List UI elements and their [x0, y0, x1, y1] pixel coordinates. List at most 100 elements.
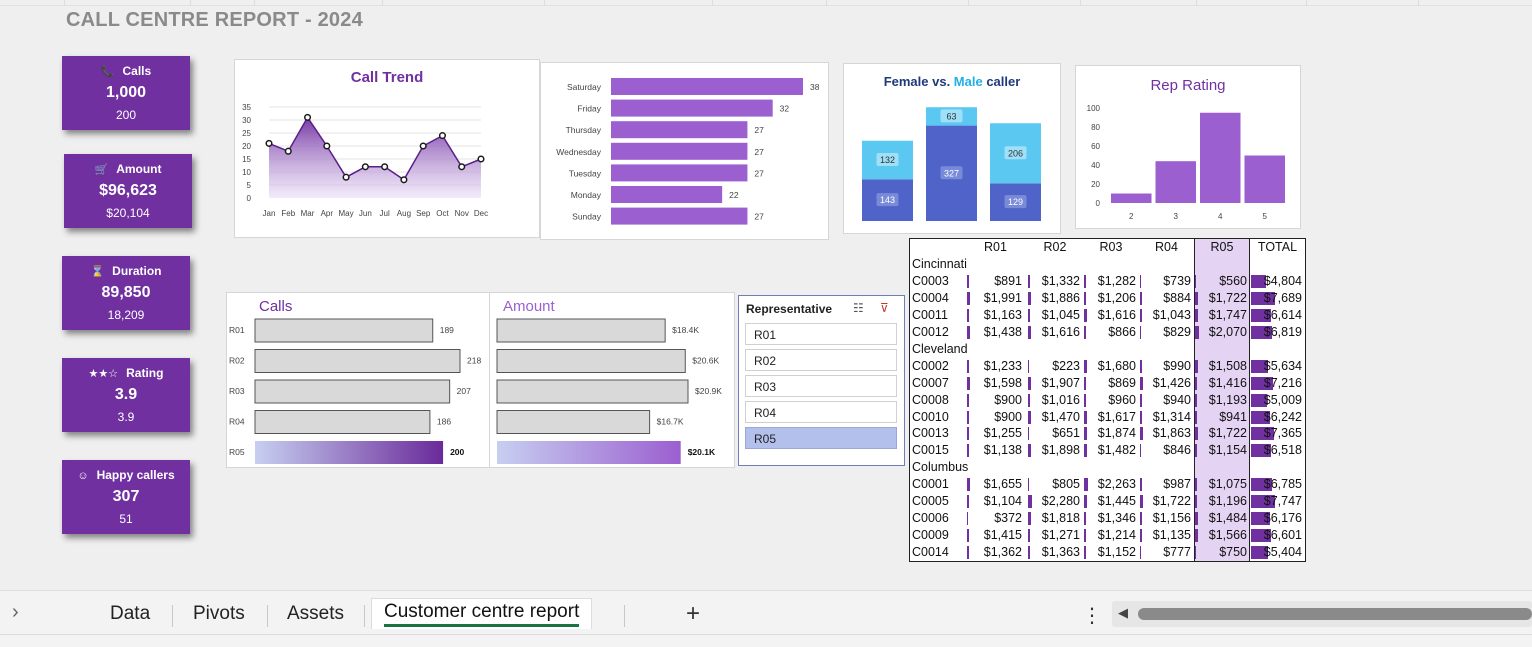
pivot-cell: $2,280: [1041, 494, 1080, 509]
kpi-calls-card[interactable]: 📞 Calls 1,000 200: [62, 56, 190, 130]
kpi-label: Duration: [112, 264, 162, 278]
category-label: R05: [229, 447, 245, 457]
pivot-cell: $1,314: [1152, 409, 1191, 424]
calls-by-rep-chart[interactable]: Calls R01 189 R02 218 R03 207 R04 186 R05 200: [226, 292, 490, 468]
pivot-cell: $1,907: [1041, 375, 1080, 390]
more-options-icon[interactable]: ⋮: [1082, 603, 1102, 628]
bar: [611, 142, 748, 160]
row-label: C0008: [912, 392, 949, 407]
horizontal-scrollbar[interactable]: ◀: [1112, 601, 1532, 627]
data-label: $20.9K: [695, 386, 722, 396]
tab-nav-icon[interactable]: ›: [12, 601, 19, 624]
bar: [254, 349, 461, 373]
column-header: R05: [1210, 240, 1234, 254]
x-tick-label: Sep: [416, 209, 431, 218]
bar: [255, 441, 444, 464]
slicer-item-r03[interactable]: R03: [745, 375, 897, 397]
pivot-cell: $1,362: [983, 545, 1022, 560]
pivot-cell: $223: [1052, 358, 1080, 373]
scrollbar-thumb[interactable]: [1138, 608, 1532, 620]
scroll-left-icon[interactable]: ◀: [1118, 605, 1128, 621]
pivot-cell: $1,508: [1208, 358, 1247, 373]
amount-by-rep-chart[interactable]: Amount $18.4K $20.6K $20.9K $16.7K $20.1K: [489, 292, 735, 468]
pivot-cell: $1,271: [1041, 528, 1080, 543]
kpi-value: 89,850: [101, 284, 151, 301]
gridline: [1196, 0, 1197, 6]
pivot-cell: $960: [1108, 392, 1136, 407]
x-tick-label: Aug: [397, 209, 411, 218]
bar: [611, 164, 748, 182]
pivot-cell: $940: [1163, 392, 1191, 407]
kpi-duration-card[interactable]: ⌛ Duration 89,850 18,209: [62, 256, 190, 330]
slicer-item-r04[interactable]: R04: [745, 401, 897, 423]
x-tick-label: Nov: [455, 209, 469, 218]
pivot-cell: $6,785: [1263, 477, 1302, 492]
category-label: Friday: [577, 104, 601, 114]
gender-caller-chart[interactable]: Female vs. Male caller 143 132 327 63 129 206: [843, 63, 1061, 234]
row-label: C0009: [912, 528, 949, 543]
category-label: Tuesday: [569, 168, 602, 178]
active-tab-underline: [384, 624, 580, 627]
bar: [496, 318, 666, 343]
slicer-item-r02[interactable]: R02: [745, 349, 897, 371]
y-tick-label: 40: [1091, 161, 1100, 170]
bar: [611, 78, 803, 95]
x-tick-label: Apr: [321, 209, 334, 218]
kpi-label: Rating: [126, 366, 164, 380]
data-label: 27: [754, 125, 764, 135]
row-label: C0012: [912, 324, 949, 339]
pivot-table[interactable]: R01 R02 R03 R04 R05 TOTAL Cincinnati C0003 $891 $…: [909, 238, 1306, 562]
rep-rating-chart[interactable]: Rep Rating 0 20 40 60 80 100 2 3 4 5: [1075, 65, 1301, 229]
add-sheet-icon[interactable]: +: [686, 600, 700, 628]
tab-separator: [624, 605, 625, 627]
amount-by-rep-plot: $18.4K $20.6K $20.9K $16.7K $20.1K: [496, 318, 722, 464]
pivot-cell: $1,445: [1097, 494, 1136, 509]
tab-data[interactable]: Data: [110, 603, 150, 625]
row-label: C0014: [912, 545, 949, 560]
kpi-rating-card[interactable]: ★★☆ Rating 3.9 3.9: [62, 358, 190, 432]
pivot-cell: $866: [1108, 324, 1136, 339]
representative-slicer[interactable]: Representative ☷ ⊽ R01 R02 R03 R04 R05: [738, 295, 905, 466]
row-group-label: Cleveland: [912, 341, 968, 356]
kpi-label: Amount: [116, 162, 162, 176]
pivot-cell: $1,616: [1041, 324, 1080, 339]
multi-select-icon[interactable]: ☷: [853, 301, 864, 315]
pivot-cell: $6,819: [1263, 324, 1302, 339]
data-point: [458, 163, 466, 171]
kpi-amount-card[interactable]: 🛒 Amount $96,623 $20,104: [64, 154, 192, 228]
pivot-cell: $1,043: [1152, 307, 1191, 322]
gridline: [968, 0, 969, 6]
pivot-cell: $4,804: [1263, 273, 1302, 288]
y-tick-label: 30: [242, 116, 251, 125]
pivot-cell: $941: [1219, 409, 1247, 424]
pivot-cell: $1,193: [1208, 392, 1247, 407]
gridline: [190, 0, 191, 6]
tab-pivots[interactable]: Pivots: [193, 603, 245, 625]
data-label: 207: [457, 386, 471, 396]
gridline: [712, 0, 713, 6]
clear-filter-icon[interactable]: ⊽: [880, 301, 889, 315]
kpi-happy-callers-card[interactable]: ☺ Happy callers 307 51: [62, 460, 190, 534]
row-label: C0004: [912, 290, 949, 305]
slicer-item-r05[interactable]: R05: [745, 427, 897, 449]
column-header: TOTAL: [1257, 240, 1298, 254]
pivot-cell: $1,156: [1152, 511, 1191, 526]
pivot-cell: $777: [1163, 545, 1191, 560]
tab-assets[interactable]: Assets: [287, 603, 344, 625]
pivot-cell: $1,426: [1152, 375, 1191, 390]
kpi-label: Happy callers: [96, 468, 175, 482]
category-label: Thursday: [566, 125, 602, 135]
pivot-cell: $7,365: [1263, 426, 1302, 441]
pivot-cell: $7,689: [1263, 290, 1302, 305]
slicer-item-r01[interactable]: R01: [745, 323, 897, 345]
call-trend-chart[interactable]: Call Trend 0 5 10 15 20 25 30 35 Jan Feb Mar Apr May…: [234, 59, 540, 238]
pivot-cell: $5,404: [1263, 545, 1302, 560]
category-label: Wednesday: [556, 147, 601, 157]
tab-customer-centre-report[interactable]: Customer centre report: [371, 598, 593, 629]
pivot-cell: $1,886: [1041, 290, 1080, 305]
x-tick-label: May: [339, 209, 354, 218]
pivot-cell: $1,154: [1208, 443, 1247, 458]
pivot-cell: $1,747: [1208, 307, 1247, 322]
weekday-calls-chart[interactable]: Saturday 38 Friday 32 Thursday 27 Wednesday 27 T…: [540, 62, 829, 240]
pivot-cell: $7,216: [1263, 375, 1302, 390]
